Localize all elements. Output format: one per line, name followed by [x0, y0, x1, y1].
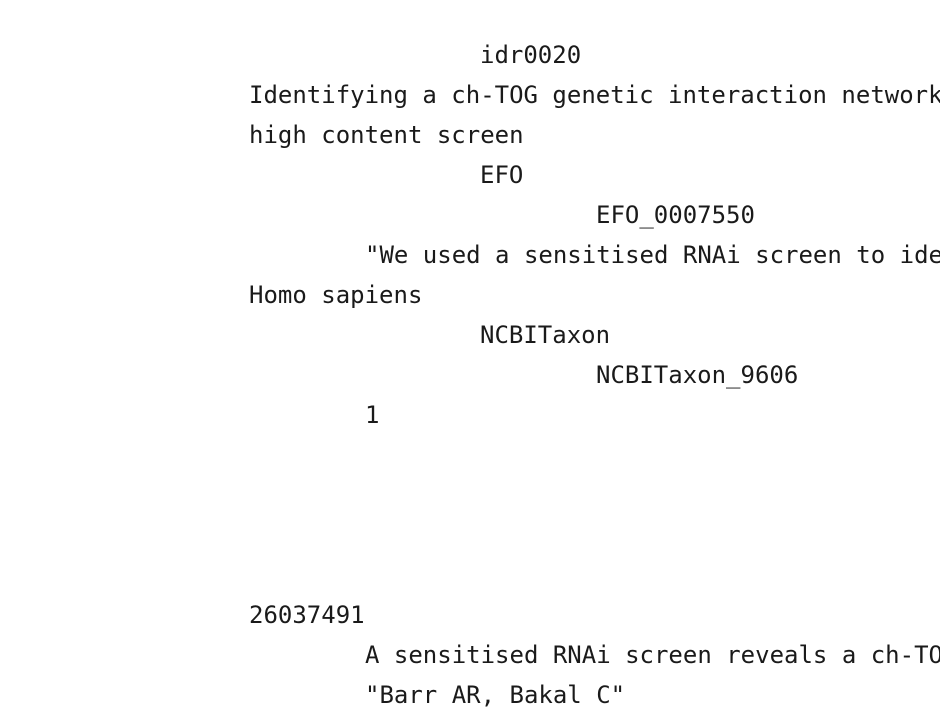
line-value: A sensitised RNAi screen reveals a ch-TO: [365, 641, 940, 669]
line-value: EFO: [480, 161, 524, 189]
line-value: Identifying a ch-TOG genetic interaction…: [249, 81, 940, 109]
row-study-type-term-source: Study Type Term Source REF EFO: [18, 155, 940, 195]
row-study-type-term-accession: Study Type Term Accession Number EFO_000…: [18, 195, 940, 235]
section-heading-study: # Study: [18, 0, 940, 35]
row-study-external-url: Study External URL: [18, 435, 940, 475]
line-value: 1: [365, 401, 380, 429]
line-value: EFO_0007550: [596, 201, 755, 229]
row-study-title: Study Title Identifying a ch-TOG genetic…: [18, 75, 940, 115]
line-value: high content screen: [249, 121, 524, 149]
line-value: Homo sapiens: [249, 281, 423, 309]
row-study-organism: Study Organism Homo sapiens: [18, 275, 940, 315]
line-value: idr0020: [480, 41, 582, 69]
row-study-type: Study Type high content screen: [18, 115, 940, 155]
line-value: "We used a sensitised RNAi screen to ide: [365, 241, 940, 269]
row-study-author-list: Study Author List "Barr AR, Bakal C": [18, 675, 940, 715]
line-value: NCBITaxon: [480, 321, 611, 349]
line-value: 26037491: [249, 601, 365, 629]
line-value: "Barr AR, Bakal C": [365, 681, 626, 709]
row-study-organism-term-accession: Study Organism Term Accession Number NCB…: [18, 355, 940, 395]
row-study-public-release-date: Study Public Release Date: [18, 475, 940, 515]
row-idr-study-accession: Comment[IDR Study Accession] idr0020: [18, 35, 940, 75]
row-study-description: Study Description "We used a sensitised …: [18, 235, 940, 275]
section-heading-study-publication: # Study Publication: [18, 555, 940, 595]
row-study-organism-term-source: Study Organism Term Source REF NCBITaxon: [18, 315, 940, 355]
row-study-pubmed-id: Study PubMed ID 26037491: [18, 595, 940, 635]
row-study-screens-number: Study Screens Number 1: [18, 395, 940, 435]
tsv-document: # Study Comment[IDR Study Accession] idr…: [18, 0, 940, 720]
line-value: NCBITaxon_9606: [596, 361, 799, 389]
row-study-publication-title: Study Publication Title A sensitised RNA…: [18, 635, 940, 675]
